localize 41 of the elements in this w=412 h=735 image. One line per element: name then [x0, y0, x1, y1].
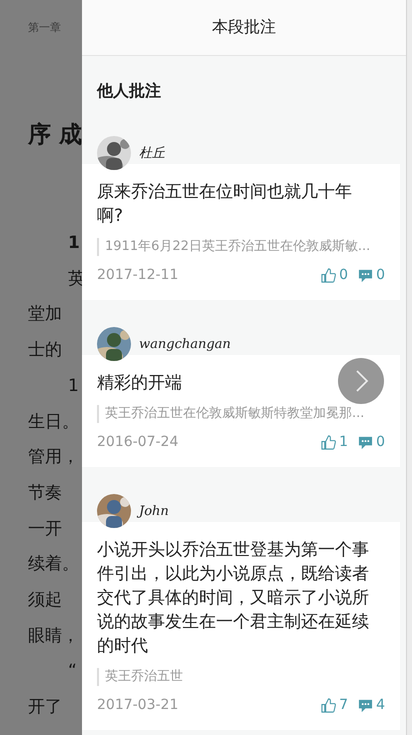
body-text: 1 [67, 374, 80, 398]
comment-text: 精彩的开端 [97, 372, 183, 395]
next-button[interactable] [338, 358, 384, 404]
body-text: 眼睛， [28, 624, 80, 648]
body-text: 管用， [28, 446, 80, 470]
body-text: 开了 [28, 696, 63, 720]
body-text: 1 [67, 232, 81, 255]
chapter-label: 第一章 [28, 20, 62, 35]
body-text: 士的 [28, 339, 63, 362]
body-text: “ [67, 660, 78, 684]
body-text: 须起 [28, 589, 63, 612]
comment-date: 2017-03-21 [97, 697, 178, 713]
reply-count: 0 [376, 434, 385, 450]
reply-count: 4 [376, 697, 385, 713]
chapter-title: 序 成 [28, 121, 82, 150]
reply-count: 0 [376, 267, 385, 283]
like-count: 1 [339, 434, 348, 450]
comment-date: 2016-07-24 [97, 434, 178, 450]
like-count: 7 [339, 697, 348, 713]
quoted-text: 1911年6月22日英王乔治五世在伦敦威斯敏... [97, 238, 385, 256]
comment-text: 原来乔治五世在位时间也就几十年啊? [97, 181, 353, 228]
user-name[interactable]: John [139, 504, 169, 518]
thumbs-up-icon[interactable] [321, 434, 336, 450]
body-text: 节奏 [28, 482, 63, 505]
comment-date: 2017-12-11 [97, 267, 178, 283]
user-name[interactable]: 杜丘 [139, 144, 165, 162]
like-count: 0 [339, 267, 348, 283]
comment-icon[interactable] [358, 434, 374, 450]
body-text: 生日。 [28, 410, 80, 434]
body-text: 堂加 [28, 303, 63, 326]
comment-text: 小说开头以乔治五世登基为第一个事件引出，以此为小说原点，既给读者交代了具体的时间，又暗示了小说所说的故事发生在一个君主制还在延续的时代 [97, 539, 370, 658]
thumbs-up-icon[interactable] [321, 268, 336, 282]
body-text: 一开 [28, 518, 63, 541]
panel-title: 本段批注 [212, 17, 276, 38]
section-title: 他人批注 [97, 80, 161, 102]
comment-icon[interactable] [358, 698, 374, 712]
quoted-text: 英王乔治五世 [97, 668, 385, 686]
thumbs-up-icon[interactable] [321, 698, 336, 712]
user-name[interactable]: wangchangan [139, 336, 231, 352]
body-text: 续着。 [28, 553, 80, 576]
comment-icon[interactable] [358, 268, 374, 282]
